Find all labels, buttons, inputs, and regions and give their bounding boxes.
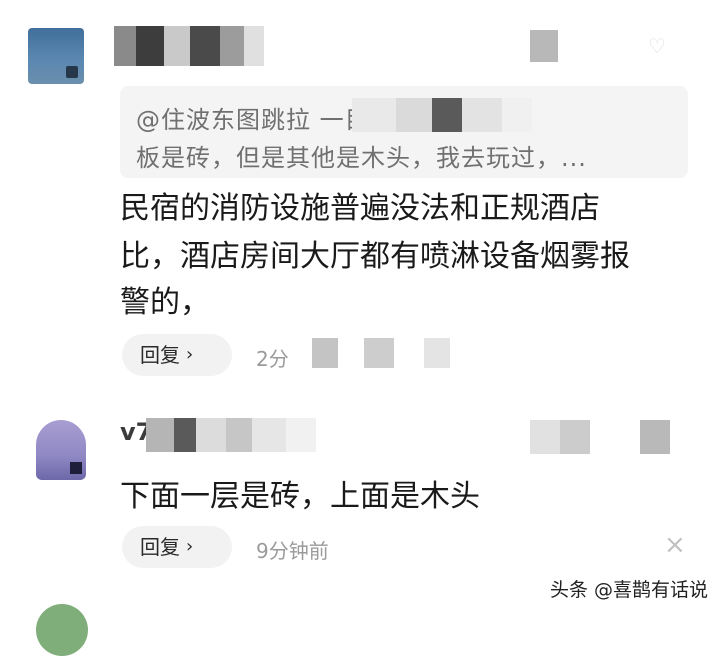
comment-time: 2分 (256, 347, 289, 371)
blurred-username (114, 26, 264, 66)
blurred-meta (290, 338, 460, 368)
watermark: 头条 @喜鹊有话说 (550, 579, 709, 601)
avatar[interactable] (36, 420, 86, 480)
reply-button[interactable]: 回复 › (122, 334, 232, 376)
quote-text-line: 板是砖，但是其他是木头，我去玩过，... (136, 144, 587, 172)
blurred-username (146, 418, 316, 452)
close-icon[interactable]: × (664, 530, 686, 560)
comment-text: 民宿的消防设施普遍没法和正规酒店 (120, 191, 600, 226)
reply-label: 回复 (140, 535, 180, 559)
avatar[interactable] (36, 604, 88, 656)
comment-time: 9分钟前 (256, 539, 329, 563)
reply-label: 回复 (140, 343, 180, 367)
quoted-reply[interactable]: @住波东图跳拉 一目邦：估计是地 板是砖，但是其他是木头，我去玩过，... (120, 86, 688, 178)
like-icon[interactable]: ♡ (648, 34, 678, 68)
chevron-right-icon: › (186, 344, 194, 365)
comment-text: 下面一层是砖，上面是木头 (120, 479, 480, 514)
chevron-right-icon: › (186, 536, 194, 557)
comment-text: 比，酒店房间大厅都有喷淋设备烟雾报 (120, 239, 630, 274)
avatar-badge (70, 462, 82, 474)
avatar-badge (66, 66, 78, 78)
blurred-meta (530, 420, 670, 454)
avatar[interactable] (28, 28, 84, 84)
reply-button[interactable]: 回复 › (122, 526, 232, 568)
blurred-quote-name (352, 98, 532, 132)
blurred-meta (530, 30, 558, 62)
comment-text: 警的， (120, 285, 210, 320)
